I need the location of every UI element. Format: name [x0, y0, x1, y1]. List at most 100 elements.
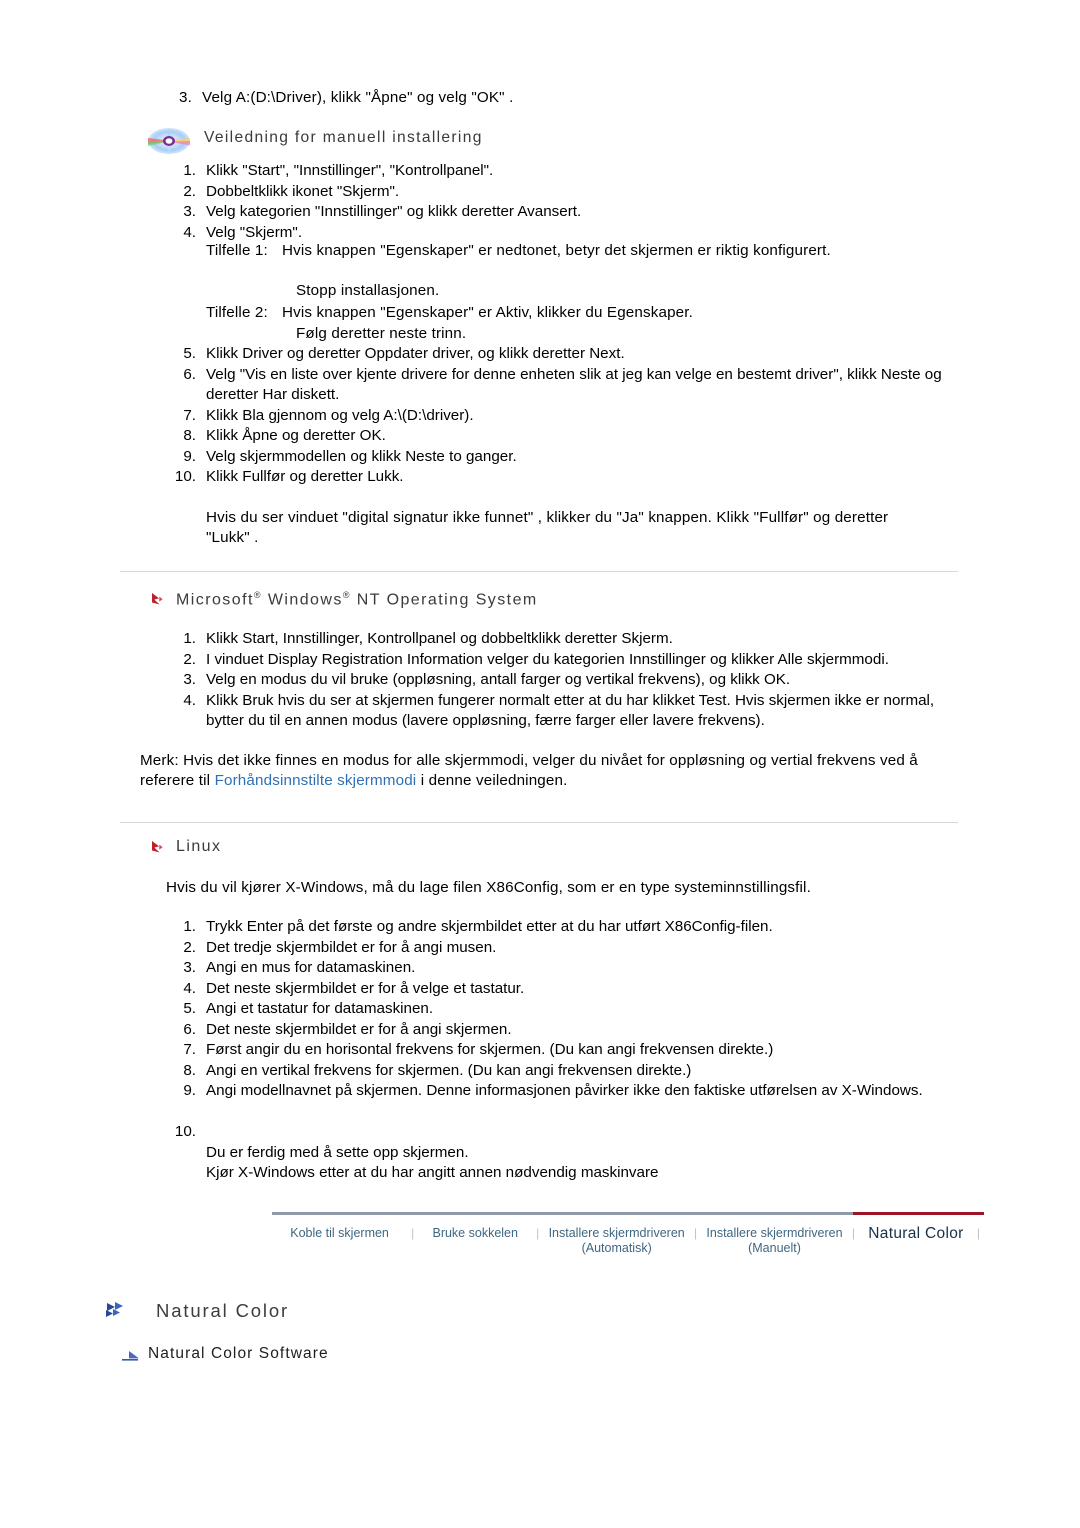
nt-title-part3: NT Operating System	[350, 591, 538, 609]
list-item-number: 3.	[183, 671, 196, 688]
nav-separator: |	[536, 1226, 540, 1240]
arrow-icon	[120, 1349, 142, 1363]
list-item-number: 6.	[183, 365, 196, 383]
list-item: 10. Du er ferdig med å sette opp skjerme…	[168, 1102, 968, 1184]
list-item-text: Klikk Bruk hvis du ser at skjermen funge…	[206, 691, 935, 730]
case-2-text: Hvis knappen "Egenskaper" er Aktiv, klik…	[282, 304, 694, 321]
nav-separator: |	[851, 1226, 855, 1240]
list-item: 2. I vinduet Display Registration Inform…	[168, 650, 968, 671]
list-item-text: Det neste skjermbildet er for å velge et…	[206, 979, 525, 997]
list-item-number: 5.	[183, 345, 196, 362]
list-item: 6. Velg "Vis en liste over kjente driver…	[168, 365, 968, 406]
manual-install-title: Veiledning for manuell installering	[204, 129, 483, 146]
list-item-number: 9.	[183, 447, 196, 465]
nav-item-installere-skjermdriveren-manuelt[interactable]: Installere skjermdriveren (Manuelt)	[701, 1226, 848, 1256]
list-item: 9. Velg skjermmodellen og klikk Neste to…	[168, 447, 968, 468]
list-item-text: Klikk Start, Innstillinger, Kontrollpane…	[206, 630, 673, 647]
case-1-stop-text: Stopp installasjonen.	[296, 282, 440, 299]
case-1-row: Tilfelle 1: Hvis knappen "Egenskaper" er …	[206, 241, 966, 261]
list-item-text: I vinduet Display Registration Informati…	[206, 650, 889, 668]
list-item-text: Det neste skjermbildet er for å angi skj…	[206, 1020, 512, 1038]
list-item-number: 10.	[174, 1123, 196, 1140]
list-item: 4. Det neste skjermbildet er for å velge…	[168, 979, 968, 1000]
manual-closing-paragraph: Hvis du ser vinduet "digital signatur ik…	[206, 509, 889, 546]
nt-note-paragraph: Merk: Hvis det ikke finnes en modus for …	[140, 751, 960, 791]
list-item-text: Du er ferdig med å sette opp skjermen. K…	[206, 1143, 659, 1182]
nav-separator: |	[694, 1226, 698, 1240]
case-2-row: Tilfelle 2: Hvis knappen "Egenskaper" er …	[206, 303, 966, 323]
list-item: 5. Klikk Driver og deretter Oppdater dri…	[168, 344, 968, 365]
list-item: 2. Dobbeltklikk ikonet "Skjerm".	[168, 182, 968, 203]
nav-item-bruke-sokkelen[interactable]: Bruke sokkelen	[418, 1226, 532, 1241]
case-2-label: Tilfelle 2:	[206, 304, 268, 321]
list-item-text: Trykk Enter på det første og andre skjer…	[206, 918, 773, 935]
list-item: 7. Først angir du en horisontal frekvens…	[168, 1040, 968, 1061]
manual-steps-list: 1. Klikk "Start", "Innstillinger", "Kont…	[168, 161, 968, 243]
list-item: 9. Angi modellnavnet på skjermen. Denne …	[168, 1081, 968, 1102]
nav-item-installere-skjermdriveren-automatisk[interactable]: Installere skjermdriveren (Automatisk)	[543, 1226, 690, 1256]
nt-title-reg2: ®	[342, 590, 351, 600]
list-item-text: Klikk Fullfør og deretter Lukk.	[206, 468, 404, 485]
list-item-text: Angi en mus for datamaskinen.	[206, 959, 416, 976]
list-item-text: Først angir du en horisontal frekvens fo…	[206, 1041, 774, 1058]
list-item: 1. Trykk Enter på det første og andre sk…	[168, 917, 968, 938]
list-item: 3. Angi en mus for datamaskinen.	[168, 958, 968, 979]
list-item-text: Dobbeltklikk ikonet "Skjerm".	[206, 182, 400, 200]
list-item-number: 2.	[183, 938, 196, 956]
list-item-text: Det tredje skjermbildet er for å angi mu…	[206, 938, 497, 956]
list-item-number: 8.	[183, 427, 196, 444]
red-arrow-bullet-icon	[150, 592, 166, 608]
list-item-number: 2.	[183, 182, 196, 200]
document-page: 3. Velg A:(D:\Driver), klikk "Åpne" og v…	[0, 0, 1080, 1528]
list-item: 1. Klikk "Start", "Innstillinger", "Kont…	[168, 161, 968, 182]
list-item-number: 3.	[183, 959, 196, 976]
double-chevron-icon	[104, 1301, 134, 1321]
list-item-text: Klikk "Start", "Innstillinger", "Kontrol…	[206, 162, 494, 179]
list-item-number: 3.	[183, 203, 196, 220]
list-item-text: Velg "Skjerm".	[206, 223, 303, 241]
manual-steps-cont-list: 5. Klikk Driver og deretter Oppdater dri…	[168, 344, 968, 488]
natural-color-heading: Natural Color	[104, 1300, 289, 1322]
list-item: 4. Klikk Bruk hvis du ser at skjermen fu…	[168, 691, 968, 732]
list-item-text: Angi et tastatur for datamaskinen.	[206, 1000, 434, 1017]
linux-title: Linux	[176, 838, 222, 855]
bottom-navigation-bar: Koble til skjermen | Bruke sokkelen | In…	[272, 1212, 984, 1270]
case-1-label: Tilfelle 1:	[206, 242, 268, 259]
list-item: 8. Klikk Åpne og deretter OK.	[168, 426, 968, 447]
nav-rule-inactive	[272, 1212, 853, 1215]
divider-1	[120, 571, 958, 572]
list-item-number: 7.	[183, 1041, 196, 1058]
list-item-text: Angi modellnavnet på skjermen. Denne inf…	[206, 1082, 923, 1099]
nav-item-koble-til-skjermen[interactable]: Koble til skjermen	[272, 1226, 407, 1241]
list-item-number: 4.	[183, 691, 196, 709]
list-item-number: 1.	[183, 918, 196, 935]
list-item-text: Velg "Vis en liste over kjente drivere f…	[206, 365, 942, 404]
top-step-number: 3.	[179, 89, 192, 106]
list-item: 6. Det neste skjermbildet er for å angi …	[168, 1020, 968, 1041]
nt-title-reg1: ®	[253, 590, 262, 600]
top-step-text: Velg A:(D:\Driver), klikk "Åpne" og velg…	[202, 89, 514, 106]
nav-rule-active	[853, 1212, 984, 1215]
preset-modes-link[interactable]: Forhåndsinnstilte skjermmodi	[215, 772, 417, 789]
list-item: 8. Angi en vertikal frekvens for skjerme…	[168, 1061, 968, 1082]
list-item-number: 2.	[183, 650, 196, 668]
nt-section-heading: Microsoft® Windows® NT Operating System	[148, 590, 538, 609]
list-item-text: Velg kategorien "Innstillinger" og klikk…	[206, 203, 582, 220]
nav-separator: |	[976, 1226, 981, 1240]
list-item-number: 9.	[183, 1082, 196, 1099]
nt-title-part1: Microsoft	[176, 591, 254, 609]
list-item: 1. Klikk Start, Innstillinger, Kontrollp…	[168, 629, 968, 650]
nav-item-natural-color[interactable]: Natural Color	[859, 1226, 973, 1242]
case-1-text: Hvis knappen "Egenskaper" er nedtonet, b…	[282, 242, 831, 259]
natural-color-heading-text: Natural Color	[156, 1300, 290, 1321]
nt-steps-list: 1. Klikk Start, Innstillinger, Kontrollp…	[168, 629, 968, 732]
linux-steps-list: 1. Trykk Enter på det første og andre sk…	[168, 917, 968, 1184]
nt-title-part2: Windows	[261, 591, 343, 609]
list-item-text: Klikk Driver og deretter Oppdater driver…	[206, 345, 625, 362]
divider-2	[120, 822, 958, 823]
list-item-number: 1.	[183, 630, 196, 647]
list-item-text: Klikk Åpne og deretter OK.	[206, 427, 386, 444]
list-item-number: 8.	[183, 1061, 196, 1079]
list-item-number: 5.	[183, 1000, 196, 1017]
list-item-text: Velg en modus du vil bruke (oppløsning, …	[206, 671, 791, 688]
